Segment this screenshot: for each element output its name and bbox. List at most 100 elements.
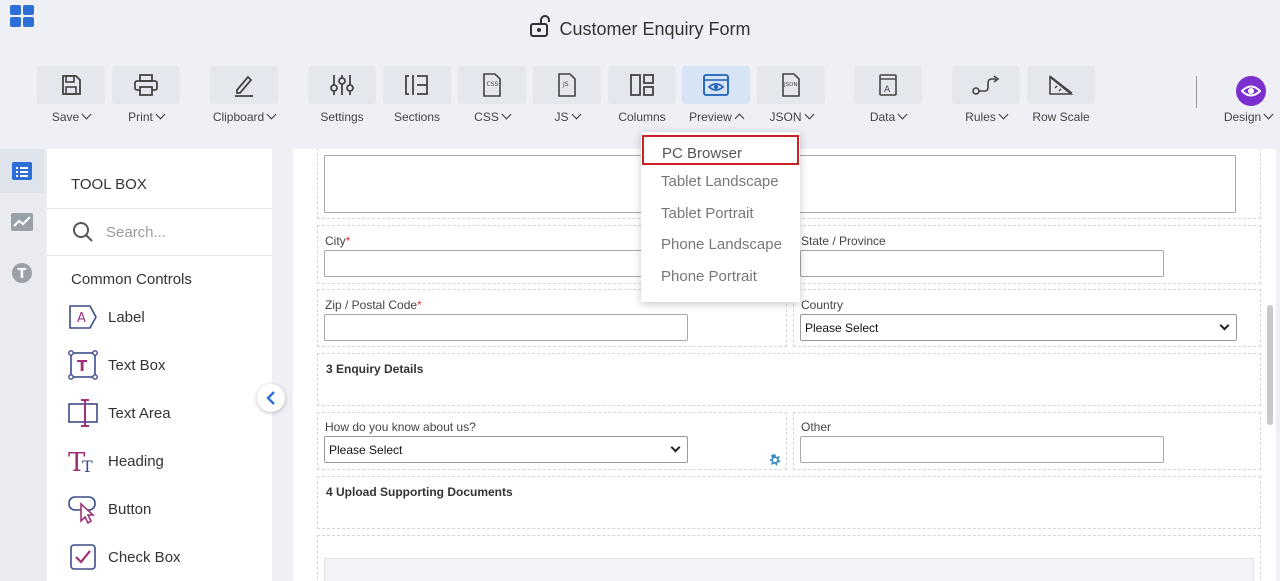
chevron-down-icon — [81, 109, 92, 120]
country-select[interactable]: Please Select — [800, 314, 1237, 341]
how-select[interactable]: Please Select — [324, 436, 688, 463]
rail-toolbox-button[interactable] — [0, 149, 44, 193]
tool-text-box-text: Text Box — [108, 356, 166, 374]
search-input[interactable]: Search... — [106, 224, 166, 241]
toolbar-js-button[interactable]: JS JS — [532, 66, 602, 132]
rules-icon — [952, 66, 1020, 104]
required-mark: * — [417, 298, 422, 312]
zip-input[interactable] — [324, 314, 688, 341]
chevron-down-icon — [155, 109, 166, 120]
design-eye-icon[interactable] — [1236, 76, 1266, 106]
menu-item-phone-landscape[interactable]: Phone Landscape — [661, 236, 782, 253]
section-4: 4 Upload Supporting Documents — [317, 476, 1261, 529]
chevron-down-icon — [670, 442, 681, 453]
tool-heading[interactable]: TT Heading — [67, 443, 164, 479]
tool-label[interactable]: A Label — [67, 299, 145, 335]
chevron-down-icon — [266, 109, 277, 120]
svg-text:T: T — [82, 457, 93, 475]
js-label: JS — [554, 110, 569, 124]
columns-icon — [608, 66, 676, 104]
toolbar-clipboard-button[interactable]: Clipboard — [209, 66, 279, 132]
save-label: Save — [51, 110, 80, 124]
rules-label: Rules — [965, 110, 996, 124]
text-area-icon — [67, 397, 99, 429]
toolbar-sections-button[interactable]: Sections — [382, 66, 452, 132]
tool-check-box-text: Check Box — [108, 548, 181, 566]
state-input[interactable] — [800, 250, 1164, 277]
toolbox-search[interactable]: Search... — [47, 209, 272, 256]
svg-text:JSON: JSON — [783, 82, 798, 88]
css-label: CSS — [474, 110, 499, 124]
tool-text-area-text: Text Area — [108, 404, 171, 422]
menu-item-tablet-landscape[interactable]: Tablet Landscape — [661, 173, 779, 190]
city-label: City — [325, 234, 346, 248]
print-icon — [112, 66, 180, 104]
toolbox-panel: TOOL BOX Search... Common Controls A Lab… — [47, 149, 272, 581]
toolbar-save-button[interactable]: Save — [36, 66, 106, 132]
check-box-icon — [67, 541, 99, 573]
row-scale-label: Row Scale — [1032, 110, 1090, 124]
json-label: JSON — [769, 110, 802, 124]
menu-item-phone-portrait[interactable]: Phone Portrait — [661, 268, 757, 285]
chevron-down-icon — [998, 109, 1009, 120]
section-3-title: 3 Enquiry Details — [326, 362, 424, 376]
toolbar-design-button[interactable]: Design — [1216, 108, 1280, 128]
label-icon: A — [67, 301, 99, 333]
collapse-toolbox-button[interactable] — [257, 384, 285, 412]
chevron-down-icon — [804, 109, 814, 120]
design-label: Design — [1223, 110, 1262, 124]
toolbar-rules-button[interactable]: Rules — [951, 66, 1021, 132]
other-input[interactable] — [800, 436, 1164, 463]
clipboard-icon — [210, 66, 278, 104]
data-icon: A — [854, 66, 922, 104]
svg-text:T: T — [77, 357, 88, 375]
menu-item-tablet-portrait[interactable]: Tablet Portrait — [661, 205, 754, 222]
clipboard-label: Clipboard — [212, 110, 265, 124]
country-cell: Country Please Select — [793, 289, 1261, 347]
zip-label: Zip / Postal Code — [325, 298, 418, 312]
canvas-scrollbar[interactable] — [1267, 305, 1273, 425]
chevron-down-icon — [897, 109, 908, 120]
menu-item-pc-browser[interactable]: PC Browser — [642, 135, 799, 165]
toolbar-css-button[interactable]: CSS CSS — [457, 66, 527, 132]
other-cell: Other — [793, 412, 1261, 470]
preview-icon — [682, 66, 750, 104]
upload-area[interactable] — [324, 558, 1254, 581]
toolbar-data-button[interactable]: A Data — [853, 66, 923, 132]
settings-gear-icon[interactable] — [768, 453, 782, 467]
how-cell: How do you know about us? Please Select — [317, 412, 787, 470]
chevron-down-icon — [1263, 109, 1274, 120]
preview-label: Preview — [689, 110, 732, 124]
rail-chart-button[interactable] — [0, 200, 44, 244]
toolbar-preview-button[interactable]: Preview — [681, 66, 751, 132]
chevron-down-icon — [571, 109, 581, 120]
how-select-value: Please Select — [329, 443, 403, 457]
rail-theme-button[interactable]: T — [0, 251, 44, 295]
upload-cell — [317, 535, 1261, 581]
css-icon: CSS — [458, 66, 526, 104]
text-box-icon: T — [67, 349, 99, 381]
toolbar-row-scale-button[interactable]: Row Scale — [1026, 66, 1096, 132]
toolbox-group-title: Common Controls — [71, 271, 192, 288]
country-label: Country — [801, 298, 844, 312]
tool-label-text: Label — [108, 308, 145, 326]
save-icon — [37, 66, 105, 104]
svg-text:CSS: CSS — [487, 81, 499, 88]
required-mark: * — [345, 234, 351, 248]
toolbar-json-button[interactable]: JSON JSON — [756, 66, 826, 132]
tool-text-box[interactable]: T Text Box — [67, 347, 166, 383]
country-select-value: Please Select — [805, 321, 879, 335]
unlock-icon — [529, 14, 551, 43]
tool-check-box[interactable]: Check Box — [67, 539, 181, 575]
tool-button[interactable]: Button — [67, 491, 151, 527]
toolbar-columns-button[interactable]: Columns — [607, 66, 677, 132]
heading-icon: TT — [67, 445, 99, 477]
svg-text:T: T — [18, 267, 27, 282]
toolbox-title: TOOL BOX — [47, 149, 272, 209]
city-input[interactable] — [324, 250, 688, 277]
toolbar-settings-button[interactable]: Settings — [307, 66, 377, 132]
tool-text-area[interactable]: Text Area — [67, 395, 171, 431]
section-4-title: 4 Upload Supporting Documents — [326, 485, 513, 499]
toolbar-print-button[interactable]: Print — [111, 66, 181, 132]
columns-label: Columns — [618, 110, 666, 124]
